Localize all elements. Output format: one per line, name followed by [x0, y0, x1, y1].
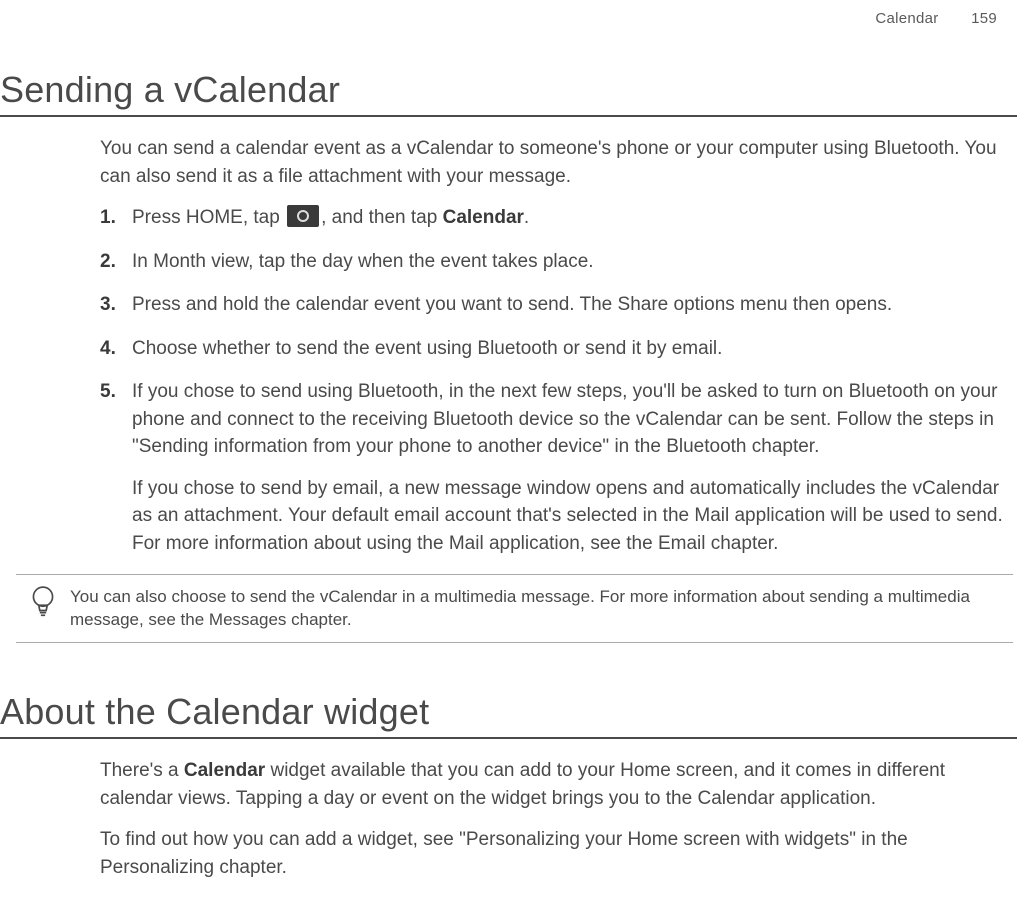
step1-text-a: Press HOME, tap	[132, 207, 285, 228]
step-1: Press HOME, tap , and then tap Calendar.	[100, 204, 1013, 232]
step1-text-c: .	[524, 207, 529, 228]
section-title-widget: About the Calendar widget	[0, 691, 1017, 739]
page-header: Calendar 159	[0, 10, 1017, 27]
intro-paragraph: You can send a calendar event as a vCale…	[100, 135, 1013, 190]
tip-text: You can also choose to send the vCalenda…	[70, 585, 1009, 633]
widget-paragraph-2: To find out how you can add a widget, se…	[100, 826, 1013, 881]
section-title-vcalendar: Sending a vCalendar	[0, 69, 1017, 117]
section2-content: There's a Calendar widget available that…	[0, 757, 1017, 881]
p1-a: There's a	[100, 760, 184, 781]
step1-text-b: , and then tap	[321, 207, 443, 228]
section1-content: You can send a calendar event as a vCale…	[0, 135, 1017, 558]
steps-list: Press HOME, tap , and then tap Calendar.…	[100, 204, 1013, 557]
step-2: In Month view, tap the day when the even…	[100, 248, 1013, 276]
home-apps-icon	[287, 205, 319, 227]
calendar-app-name: Calendar	[443, 207, 524, 228]
step5-sub: If you chose to send by email, a new mes…	[132, 475, 1013, 558]
calendar-widget-name: Calendar	[184, 760, 265, 781]
lightbulb-icon	[16, 585, 70, 624]
step-4: Choose whether to send the event using B…	[100, 335, 1013, 363]
step-5: If you chose to send using Bluetooth, in…	[100, 378, 1013, 557]
tip-box: You can also choose to send the vCalenda…	[16, 574, 1013, 644]
step5-main: If you chose to send using Bluetooth, in…	[132, 381, 998, 457]
page-number: 159	[971, 10, 997, 27]
step-3: Press and hold the calendar event you wa…	[100, 291, 1013, 319]
widget-paragraph-1: There's a Calendar widget available that…	[100, 757, 1013, 812]
chapter-name: Calendar	[875, 10, 938, 27]
